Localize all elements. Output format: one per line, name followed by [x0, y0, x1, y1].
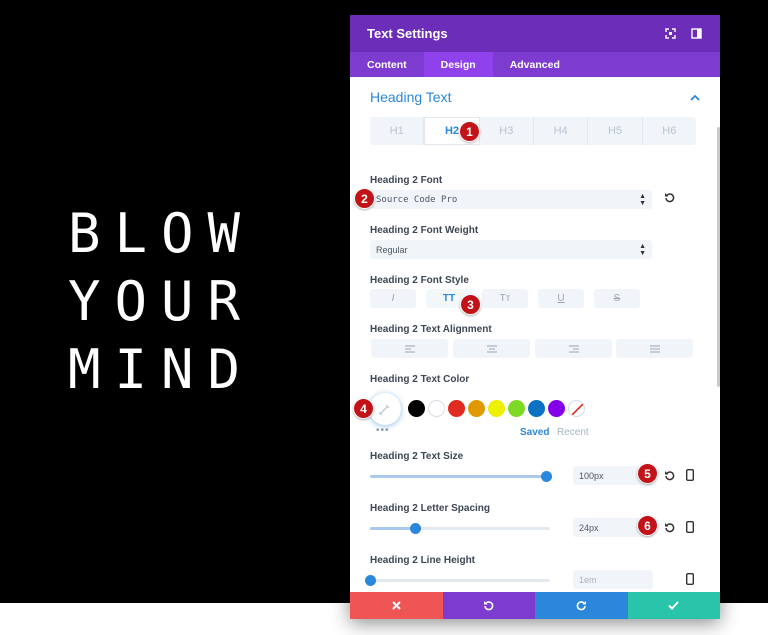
- annotation-marker-6: 6: [637, 515, 658, 536]
- select-arrows-icon: ▲ ▼: [639, 242, 646, 257]
- redo-button[interactable]: [535, 592, 628, 619]
- line-height-input[interactable]: [573, 570, 653, 589]
- underline-button[interactable]: U: [538, 289, 584, 308]
- text-settings-modal: Text Settings Content Design Advanced He…: [350, 15, 720, 619]
- font-select[interactable]: Source Code Pro ▲ ▼: [370, 190, 652, 209]
- align-right-button[interactable]: [535, 339, 612, 358]
- eyedropper-icon: [379, 404, 390, 415]
- swatch-red[interactable]: [448, 400, 465, 417]
- heading-tab-h3[interactable]: H3: [480, 117, 534, 145]
- font-label: Heading 2 Font: [370, 175, 443, 186]
- modal-tabs: Content Design Advanced: [350, 52, 720, 77]
- cancel-button[interactable]: [350, 592, 443, 619]
- swatch-blue[interactable]: [528, 400, 545, 417]
- text-alignment-label: Heading 2 Text Alignment: [370, 324, 492, 335]
- tab-advanced[interactable]: Advanced: [493, 52, 577, 77]
- slider-fill: [370, 527, 415, 530]
- modal-titlebar[interactable]: Text Settings: [350, 15, 720, 52]
- section-title: Heading Text: [370, 89, 452, 105]
- align-justify-button[interactable]: [616, 339, 693, 358]
- fullscreen-icon[interactable]: [660, 24, 680, 44]
- font-weight-value: Regular: [376, 244, 408, 255]
- font-style-label: Heading 2 Font Style: [370, 275, 469, 286]
- save-button[interactable]: [627, 592, 720, 619]
- slider-handle[interactable]: [365, 575, 376, 586]
- text-color-label: Heading 2 Text Color: [370, 374, 470, 385]
- swatch-purple[interactable]: [548, 400, 565, 417]
- more-colors-icon[interactable]: •••: [376, 425, 390, 436]
- slider-fill: [370, 475, 547, 478]
- line-height-slider[interactable]: [365, 575, 550, 586]
- text-size-label: Heading 2 Text Size: [370, 451, 464, 462]
- annotation-marker-2: 2: [354, 188, 375, 209]
- hero-line-1: BLOW: [68, 202, 255, 265]
- text-size-slider[interactable]: [370, 471, 553, 482]
- modal-title: Text Settings: [367, 26, 448, 41]
- swatch-orange[interactable]: [468, 400, 485, 417]
- no-color-icon[interactable]: [568, 400, 585, 417]
- recent-colors-tab[interactable]: Recent: [557, 427, 589, 438]
- heading-tab-h5[interactable]: H5: [588, 117, 643, 145]
- annotation-marker-5: 5: [637, 463, 658, 484]
- heading-tab-h1[interactable]: H1: [370, 117, 425, 145]
- capitalize-button[interactable]: Tт: [482, 289, 528, 308]
- align-right-icon: [568, 344, 579, 353]
- undo-icon: [484, 601, 494, 611]
- heading-level-tabs: H1 H2 H3 H4 H5 H6: [370, 117, 696, 145]
- letter-spacing-label: Heading 2 Letter Spacing: [370, 503, 491, 514]
- swatch-black[interactable]: [408, 400, 425, 417]
- scrollbar[interactable]: [717, 127, 720, 387]
- select-arrows-icon: ▲ ▼: [639, 192, 646, 207]
- swatch-white[interactable]: [428, 400, 445, 417]
- section-header-heading-text[interactable]: Heading Text: [370, 89, 700, 105]
- hero-line-3: MIND: [68, 338, 255, 401]
- align-left-button[interactable]: [371, 339, 448, 358]
- font-weight-select[interactable]: Regular ▲ ▼: [370, 240, 652, 259]
- reset-icon[interactable]: [661, 519, 677, 535]
- hero-heading: BLOW YOUR MIND: [68, 200, 254, 404]
- align-center-icon: [486, 344, 497, 353]
- tab-content[interactable]: Content: [350, 52, 424, 77]
- align-left-icon: [404, 344, 415, 353]
- annotation-marker-1: 1: [459, 121, 480, 142]
- chevron-up-icon[interactable]: [690, 90, 700, 104]
- slider-handle[interactable]: [541, 471, 553, 482]
- sidebar-toggle-icon[interactable]: [686, 24, 706, 44]
- responsive-phone-icon[interactable]: [683, 467, 697, 483]
- modal-body: Heading Text H1 H2 H3 H4 H5 H6 Heading 2…: [350, 77, 720, 592]
- italic-button[interactable]: I: [370, 289, 416, 308]
- swatch-yellow[interactable]: [488, 400, 505, 417]
- close-icon: [392, 601, 401, 610]
- line-height-label: Heading 2 Line Height: [370, 555, 476, 566]
- font-weight-label: Heading 2 Font Weight: [370, 225, 479, 236]
- undo-button[interactable]: [442, 592, 535, 619]
- reset-icon[interactable]: [661, 467, 677, 483]
- modal-footer: [350, 592, 720, 619]
- hero-line-2: YOUR: [68, 270, 255, 333]
- align-center-button[interactable]: [453, 339, 530, 358]
- slider-handle[interactable]: [410, 523, 421, 534]
- letter-spacing-slider[interactable]: [370, 523, 550, 534]
- redo-icon: [576, 601, 586, 611]
- annotation-marker-3: 3: [460, 294, 481, 315]
- strikethrough-button[interactable]: S: [594, 289, 640, 308]
- responsive-phone-icon[interactable]: [683, 571, 697, 587]
- heading-tab-h4[interactable]: H4: [534, 117, 589, 145]
- annotation-marker-4: 4: [353, 398, 374, 419]
- check-icon: [668, 601, 679, 610]
- font-select-value: Source Code Pro: [376, 194, 458, 205]
- heading-tab-h6[interactable]: H6: [643, 117, 696, 145]
- align-justify-icon: [649, 344, 660, 353]
- responsive-phone-icon[interactable]: [683, 519, 697, 535]
- reset-icon[interactable]: [661, 189, 677, 205]
- swatch-green[interactable]: [508, 400, 525, 417]
- tab-design[interactable]: Design: [423, 52, 493, 77]
- saved-colors-tab[interactable]: Saved: [520, 427, 549, 438]
